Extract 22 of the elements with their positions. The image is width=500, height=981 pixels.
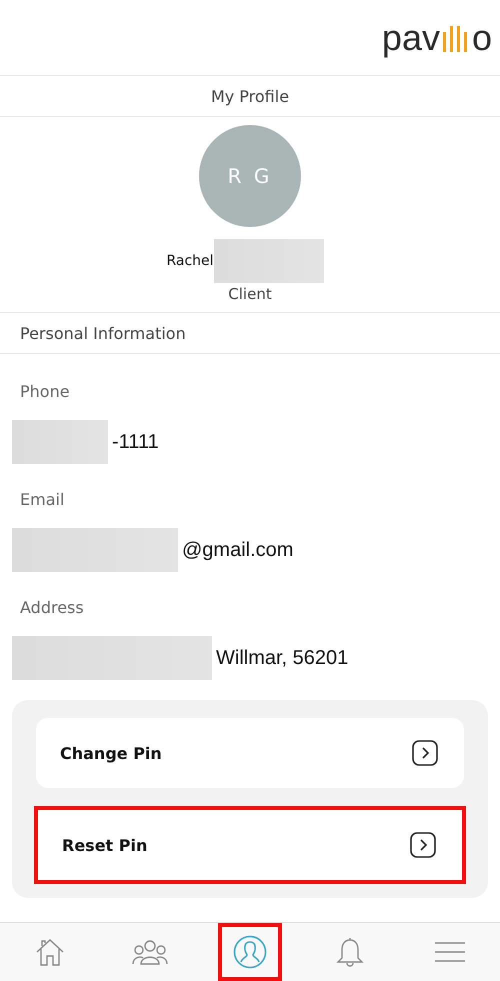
action-button[interactable]: Change Pin <box>36 718 464 788</box>
field-label: Address <box>19 596 85 618</box>
profile-tab[interactable] <box>218 923 282 981</box>
section-title: Personal Information <box>20 324 186 342</box>
user-icon <box>233 935 267 969</box>
action-button[interactable]: Reset Pin <box>34 806 466 884</box>
field-label: Phone <box>19 380 71 402</box>
avatar: R G <box>199 125 301 227</box>
field-value: -1111 <box>112 430 159 454</box>
page-title: My Profile <box>210 86 290 106</box>
logo: pav o <box>382 20 492 56</box>
field-value: @gmail.com <box>182 538 294 562</box>
menu-icon <box>434 941 466 963</box>
chevron-right-icon <box>410 832 436 858</box>
bell-icon <box>336 936 364 968</box>
chevron-right-icon <box>412 740 438 766</box>
home-icon <box>35 937 65 967</box>
field-label: Email <box>19 488 66 510</box>
field-value: Willmar, 56201 <box>216 646 348 670</box>
user-role: Client <box>228 285 272 303</box>
people-icon <box>132 939 168 965</box>
user-name: Rachel <box>166 253 214 269</box>
